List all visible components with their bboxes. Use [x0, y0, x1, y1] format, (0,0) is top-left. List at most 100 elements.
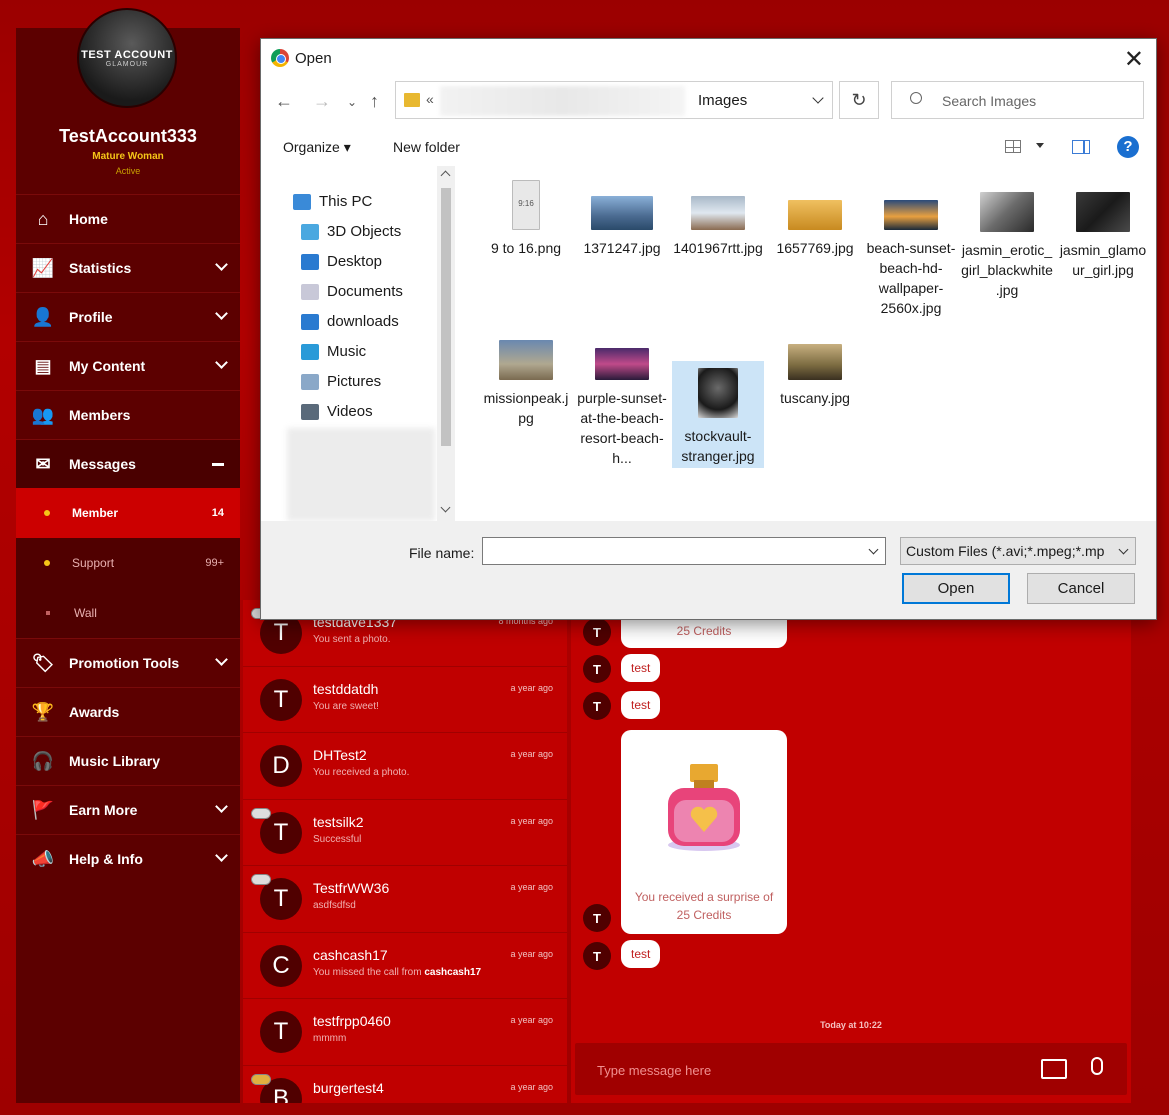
sidebar-subitem-member[interactable]: Member 14	[16, 488, 240, 538]
file-thumbnail	[980, 192, 1034, 232]
sidebar-item-members[interactable]: 👥 Members	[16, 390, 240, 439]
avatar: T	[583, 942, 611, 970]
open-button[interactable]: Open	[902, 573, 1010, 604]
sidebar-item-statistics[interactable]: 📈 Statistics	[16, 243, 240, 292]
chevron-down-icon[interactable]	[868, 544, 879, 555]
tree-item-pictures[interactable]: Pictures	[301, 373, 381, 390]
close-icon[interactable]: ✕	[1124, 45, 1144, 74]
scroll-down-icon[interactable]	[440, 502, 451, 513]
sidebar-item-profile[interactable]: 👤 Profile	[16, 292, 240, 341]
conversation-time: a year ago	[510, 882, 553, 892]
tree-item-documents[interactable]: Documents	[301, 283, 403, 300]
conversation-item[interactable]: T TestfrWW36 asdfsdfsd a year ago	[243, 866, 567, 933]
help-icon[interactable]: ?	[1117, 136, 1139, 158]
scroll-thumb[interactable]	[441, 188, 451, 446]
avatar: C	[260, 944, 302, 987]
file-thumbnail	[499, 340, 553, 380]
chevron-down-icon[interactable]	[812, 92, 824, 104]
sidebar-item-home[interactable]: ⌂ Home	[16, 194, 240, 243]
conversation-preview: Successful	[313, 833, 362, 845]
avatar[interactable]: TEST ACCOUNT GLAMOUR	[77, 8, 177, 108]
sidebar-item-music-library[interactable]: 🎧 Music Library	[16, 736, 240, 785]
conversation-item[interactable]: T testddatdh You are sweet! a year ago	[243, 667, 567, 733]
tree-item-label: Videos	[327, 403, 373, 420]
recent-dropdown-icon[interactable]: ⌄	[347, 95, 357, 109]
search-input[interactable]: Search Images	[942, 93, 1036, 109]
file-item[interactable]: beach-sunset-beach-hd-wallpaper-2560x.jp…	[865, 200, 957, 318]
file-name-input[interactable]	[482, 537, 886, 565]
credits-label: 25 Credits	[676, 624, 732, 638]
tree-item-videos[interactable]: Videos	[301, 403, 373, 420]
chevron-down-icon[interactable]	[1036, 143, 1044, 148]
profile-header: TEST ACCOUNT GLAMOUR TestAccount333 Matu…	[16, 8, 240, 194]
sidebar-item-messages[interactable]: ✉ Messages	[16, 439, 240, 488]
conversation-item[interactable]: T testsilk2 Successful a year ago	[243, 800, 567, 866]
message-input[interactable]: Type message here	[597, 1063, 711, 1078]
microphone-icon[interactable]	[1091, 1057, 1103, 1075]
back-arrow-icon[interactable]: ←	[275, 91, 293, 112]
file-item[interactable]: purple-sunset-at-the-beach-resort-beach-…	[576, 348, 668, 468]
refresh-button[interactable]: ↻	[839, 81, 879, 119]
organize-button[interactable]: Organize ▾	[283, 139, 351, 156]
conversation-preview: You missed the call from cashcash17	[313, 967, 481, 978]
conversation-name: testfrpp0460	[313, 1013, 391, 1029]
conversation-item[interactable]: T testfrpp0460 mmmm a year ago	[243, 999, 567, 1066]
conversation-time: a year ago	[510, 1081, 553, 1092]
file-item[interactable]: jasmin_glamour_girl.jpg	[1057, 192, 1149, 280]
sidebar-item-awards[interactable]: 🏆 Awards	[16, 687, 240, 736]
avatar: T	[583, 692, 611, 720]
breadcrumb-overflow[interactable]: «	[426, 91, 434, 107]
file-name: stockvault-stranger.jpg	[681, 428, 755, 464]
bullet-icon	[44, 510, 50, 516]
file-item[interactable]: tuscany.jpg	[769, 344, 861, 408]
file-name: jasmin_glamour_girl.jpg	[1059, 242, 1147, 278]
headphones-icon: 🎧	[31, 750, 55, 771]
view-mode-icon[interactable]	[1005, 140, 1021, 153]
breadcrumb-current[interactable]: Images	[698, 92, 747, 109]
conversation-item[interactable]: D DHTest2 You received a photo. a year a…	[243, 733, 567, 800]
sidebar-item-promotion-tools[interactable]: 🏷 Promotion Tools	[16, 638, 240, 687]
cancel-button[interactable]: Cancel	[1027, 573, 1135, 604]
file-item[interactable]: 9:16 9 to 16.png	[480, 180, 572, 258]
file-item-selected[interactable]: stockvault-stranger.jpg	[672, 361, 764, 468]
address-bar[interactable]: « Images	[395, 81, 833, 119]
conversation-item[interactable]: B burgertest4 a year ago	[243, 1066, 567, 1103]
tree-item-3d-objects[interactable]: 3D Objects	[301, 223, 401, 240]
tree-scrollbar[interactable]	[437, 166, 455, 521]
envelope-icon: ✉	[35, 453, 51, 474]
scroll-up-icon[interactable]	[440, 170, 451, 181]
tree-item-label: 3D Objects	[327, 223, 402, 240]
tree-item-desktop[interactable]: Desktop	[301, 253, 382, 270]
chevron-down-icon[interactable]	[1118, 544, 1129, 555]
surprise-card: You received a surprise of 25 Credits	[621, 730, 787, 934]
file-item[interactable]: 1371247.jpg	[576, 196, 668, 258]
sidebar-subitem-support[interactable]: Support 99+	[16, 538, 240, 588]
dialog-title: Open	[295, 50, 332, 67]
up-arrow-icon[interactable]: ↑	[370, 91, 379, 112]
file-type-select[interactable]: Custom Files (*.avi;*.mpeg;*.mp	[900, 537, 1136, 565]
chevron-down-icon	[215, 800, 228, 813]
search-box[interactable]: Search Images	[891, 81, 1144, 119]
attach-image-icon[interactable]	[1041, 1059, 1067, 1079]
file-item[interactable]: 1401967rtt.jpg	[672, 196, 764, 258]
tree-item-downloads[interactable]: downloads	[301, 313, 399, 330]
tree-item-this-pc[interactable]: This PC	[293, 193, 372, 210]
file-type-value: Custom Files (*.avi;*.mpeg;*.mp	[906, 543, 1105, 559]
file-item[interactable]: 1657769.jpg	[769, 200, 861, 258]
avatar: D	[260, 745, 302, 787]
file-item[interactable]: jasmin_erotic_girl_blackwhite.jpg	[961, 192, 1053, 300]
file-name: tuscany.jpg	[780, 390, 850, 406]
sidebar-subitem-wall[interactable]: Wall	[16, 588, 240, 638]
forward-arrow-icon[interactable]: →	[313, 91, 331, 112]
sidebar-item-help-info[interactable]: 📣 Help & Info	[16, 834, 240, 883]
tree-item-music[interactable]: Music	[301, 343, 366, 360]
chat-panel: 25 Credits T T test T test You received …	[571, 600, 1131, 1103]
new-folder-button[interactable]: New folder	[393, 139, 460, 155]
preview-pane-icon[interactable]	[1072, 140, 1090, 154]
file-item[interactable]: missionpeak.jpg	[480, 340, 572, 428]
sidebar-item-my-content[interactable]: ▤ My Content	[16, 341, 240, 390]
conversation-name: testsilk2	[313, 813, 364, 830]
message-composer[interactable]: Type message here	[575, 1043, 1127, 1095]
conversation-item[interactable]: C cashcash17 You missed the call from ca…	[243, 933, 567, 999]
sidebar-item-earn-more[interactable]: 🚩 Earn More	[16, 785, 240, 834]
